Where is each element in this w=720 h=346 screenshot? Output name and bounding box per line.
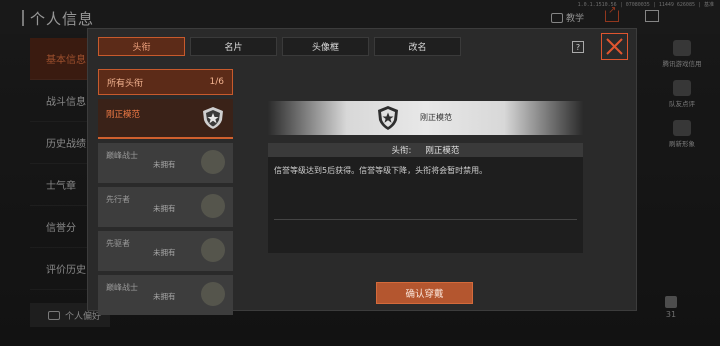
title-modal: 头衔 名片 头像框 改名 ? 所有头衔 1/6 刚正模范 巅峰战士 未拥有 先行…: [87, 28, 637, 315]
all-titles-header[interactable]: 所有头衔 1/6: [98, 69, 233, 95]
help-icon[interactable]: ?: [572, 41, 584, 53]
title-name: 先行者: [106, 195, 130, 204]
title-emblem-icon: [201, 238, 225, 262]
confirm-wear-button[interactable]: 确认穿戴: [376, 282, 473, 304]
shield-star-icon: [203, 107, 223, 129]
badge-preview: 刚正模范: [268, 101, 583, 135]
close-icon: [606, 38, 623, 55]
title-detail: 刚正模范 头衔: 刚正模范 信誉等级达到5后获得。信誉等级下降，头衔将会暂时禁用…: [268, 101, 583, 297]
title-emblem-icon: [201, 150, 225, 174]
description-header: 头衔: 刚正模范: [268, 143, 583, 157]
shield-star-icon: [378, 106, 398, 130]
description-text: 信誉等级达到5后获得。信誉等级下降，头衔将会暂时禁用。: [274, 166, 488, 175]
title-item-forerunner[interactable]: 先驱者 未拥有: [98, 231, 233, 271]
title-item-pioneer[interactable]: 先行者 未拥有: [98, 187, 233, 227]
description-box: 头衔: 刚正模范 信誉等级达到5后获得。信誉等级下降，头衔将会暂时禁用。: [268, 143, 583, 253]
modal-tabs: 头衔 名片 头像框 改名: [98, 37, 461, 56]
tab-title[interactable]: 头衔: [98, 37, 185, 56]
list-header-count: 1/6: [209, 77, 224, 87]
divider: [274, 219, 577, 220]
title-name: 先驱者: [106, 239, 130, 248]
title-status: 未拥有: [153, 248, 176, 257]
tab-card[interactable]: 名片: [190, 37, 277, 56]
title-name: 刚正模范: [106, 110, 141, 120]
list-header-label: 所有头衔: [107, 78, 144, 89]
title-item-upright-model[interactable]: 刚正模范: [98, 99, 233, 139]
title-status: 未拥有: [153, 204, 176, 213]
title-item-peak-warrior-2[interactable]: 巅峰战士 未拥有: [98, 275, 233, 315]
title-name: 巅峰战士: [106, 283, 138, 292]
header-value: 刚正模范: [425, 146, 460, 156]
header-label: 头衔:: [391, 146, 412, 156]
title-emblem-icon: [201, 194, 225, 218]
close-button[interactable]: [601, 33, 628, 60]
tab-rename[interactable]: 改名: [374, 37, 461, 56]
title-list: 所有头衔 1/6 刚正模范 巅峰战士 未拥有 先行者 未拥有 先驱者 未拥有 巅…: [98, 69, 233, 315]
title-name: 巅峰战士: [106, 151, 138, 160]
title-status: 未拥有: [153, 292, 176, 301]
badge-name: 刚正模范: [420, 113, 452, 122]
tab-avatar-frame[interactable]: 头像框: [282, 37, 369, 56]
title-item-peak-warrior[interactable]: 巅峰战士 未拥有: [98, 143, 233, 183]
title-status: 未拥有: [153, 160, 176, 169]
title-emblem-icon: [201, 282, 225, 306]
